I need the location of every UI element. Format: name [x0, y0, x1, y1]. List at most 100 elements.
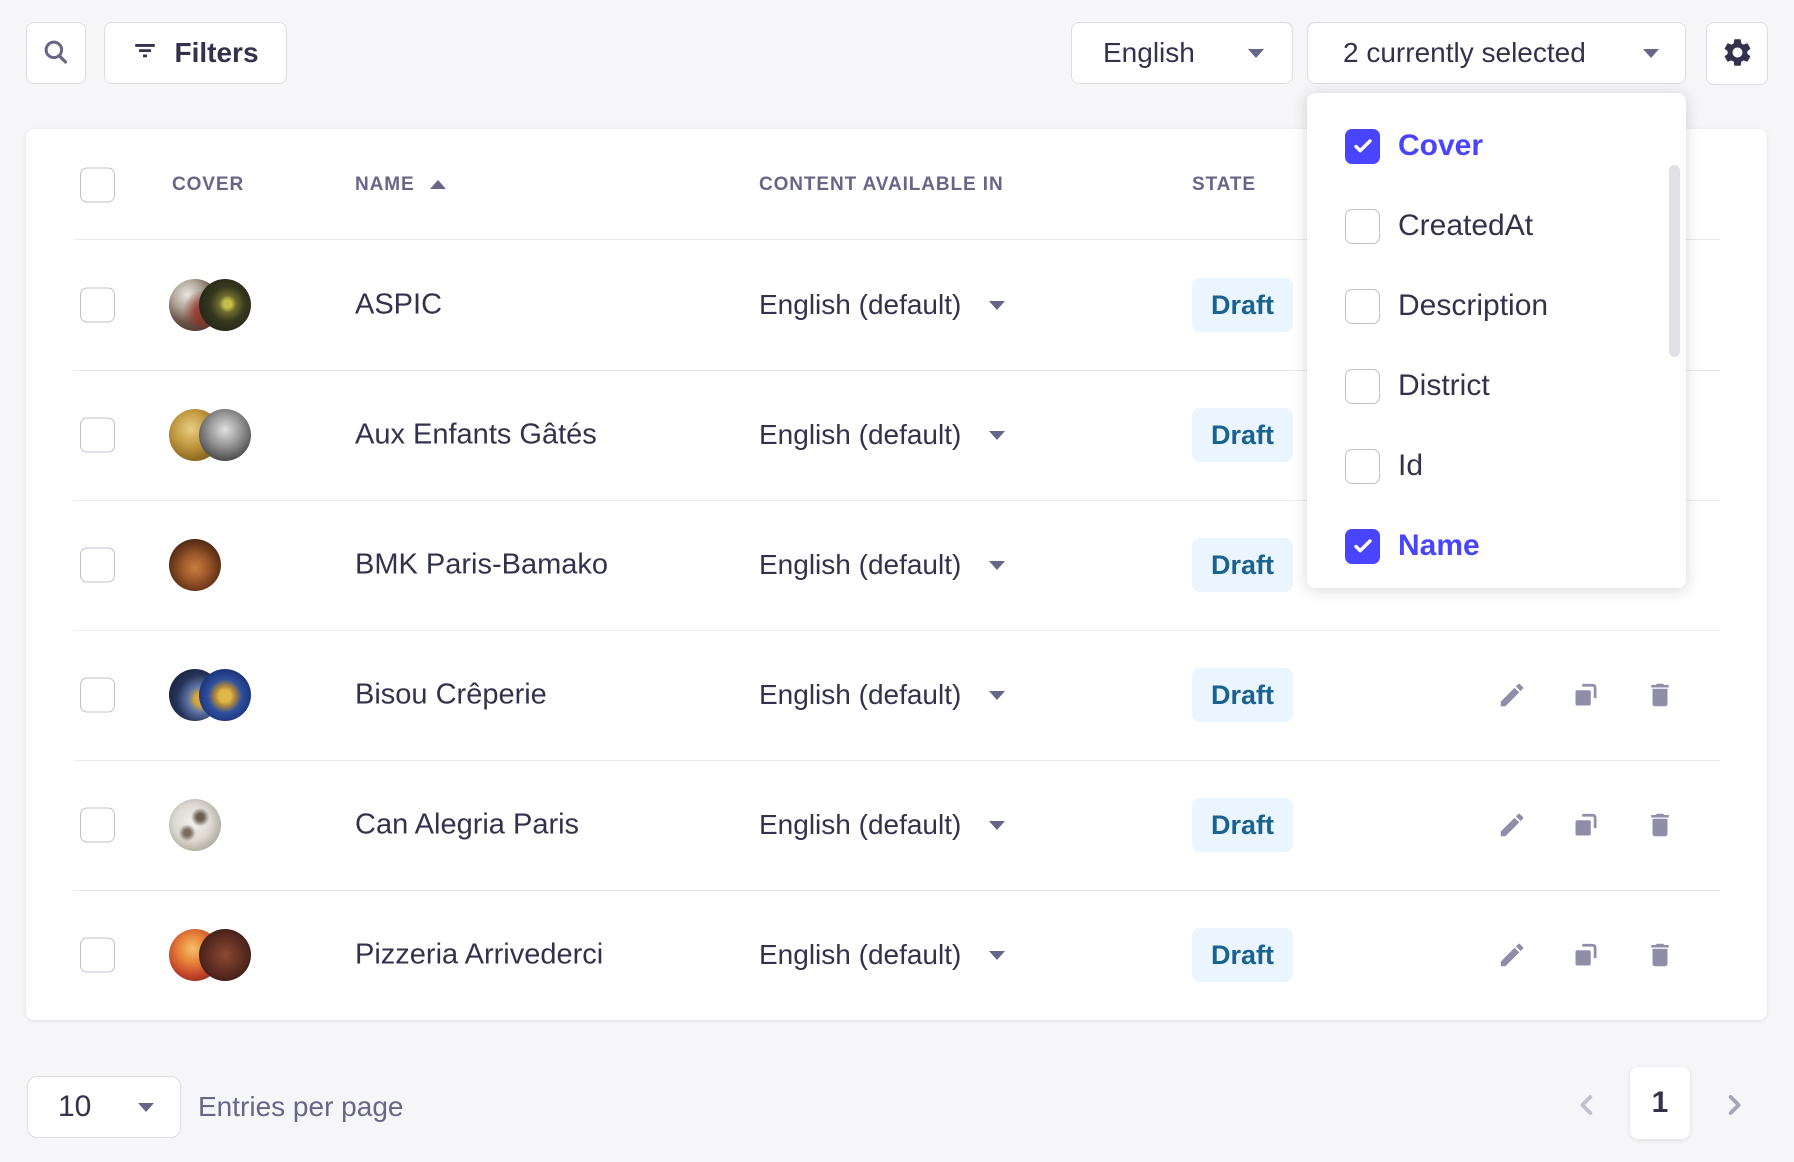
row-locale-select[interactable]: English (default): [759, 419, 1005, 451]
chevron-down-icon: [989, 951, 1005, 960]
page-1-button[interactable]: 1: [1630, 1067, 1690, 1139]
edit-button[interactable]: [1497, 680, 1527, 710]
locale-select[interactable]: English: [1071, 22, 1293, 84]
row-name: Can Alegria Paris: [355, 809, 579, 842]
column-checkbox[interactable]: [1345, 209, 1380, 244]
delete-button[interactable]: [1645, 810, 1675, 840]
duplicate-button[interactable]: [1571, 680, 1601, 710]
column-label: Id: [1398, 449, 1423, 483]
chevron-down-icon: [1248, 49, 1264, 58]
trash-icon: [1645, 680, 1675, 710]
row-checkbox[interactable]: [80, 678, 115, 713]
columns-select-value: 2 currently selected: [1343, 37, 1586, 69]
row-checkbox[interactable]: [80, 418, 115, 453]
delete-button[interactable]: [1645, 940, 1675, 970]
search-button[interactable]: [26, 22, 86, 84]
filters-button-label: Filters: [174, 37, 258, 69]
column-toggle-item[interactable]: Name: [1307, 506, 1686, 586]
edit-button[interactable]: [1497, 810, 1527, 840]
row-locale-value: English (default): [759, 809, 961, 841]
column-toggle-item[interactable]: CreatedAt: [1307, 186, 1686, 266]
column-header-state: STATE: [1192, 129, 1256, 240]
column-label: District: [1398, 369, 1490, 403]
table-row: Pizzeria Arrivederci English (default) D…: [26, 890, 1767, 1020]
column-checkbox[interactable]: [1345, 529, 1380, 564]
chevron-down-icon: [989, 301, 1005, 310]
duplicate-button[interactable]: [1571, 810, 1601, 840]
search-icon: [41, 37, 71, 70]
row-locale-value: English (default): [759, 549, 961, 581]
locale-select-value: English: [1103, 37, 1195, 69]
cover-avatars: [169, 409, 251, 461]
entries-per-page-label: Entries per page: [198, 1076, 403, 1138]
column-checkbox[interactable]: [1345, 129, 1380, 164]
row-actions: [1497, 810, 1675, 840]
cover-avatars: [169, 929, 251, 981]
edit-icon: [1497, 680, 1527, 710]
chevron-down-icon: [989, 821, 1005, 830]
chevron-down-icon: [989, 431, 1005, 440]
column-toggle-item[interactable]: Id: [1307, 426, 1686, 506]
chevron-left-icon: [1571, 1089, 1603, 1121]
select-all-checkbox[interactable]: [80, 167, 115, 202]
filters-button[interactable]: Filters: [104, 22, 287, 84]
columns-dropdown-panel: Cover CreatedAt Description District Id …: [1307, 93, 1686, 588]
row-checkbox[interactable]: [80, 808, 115, 843]
columns-dropdown-items: Cover CreatedAt Description District Id …: [1307, 106, 1686, 586]
status-badge: Draft: [1192, 798, 1293, 852]
entries-per-page-value: 10: [58, 1090, 91, 1124]
edit-icon: [1497, 940, 1527, 970]
next-page-button[interactable]: [1718, 1089, 1750, 1121]
row-locale-select[interactable]: English (default): [759, 939, 1005, 971]
duplicate-button[interactable]: [1571, 940, 1601, 970]
row-checkbox[interactable]: [80, 548, 115, 583]
column-checkbox[interactable]: [1345, 449, 1380, 484]
chevron-down-icon: [138, 1103, 154, 1112]
chevron-right-icon: [1718, 1089, 1750, 1121]
column-header-name[interactable]: NAME: [355, 129, 446, 240]
row-checkbox[interactable]: [80, 288, 115, 323]
entries-per-page-select[interactable]: 10: [27, 1076, 181, 1138]
row-name: BMK Paris-Bamako: [355, 549, 608, 582]
delete-button[interactable]: [1645, 680, 1675, 710]
column-toggle-item[interactable]: District: [1307, 346, 1686, 426]
cover-image: [169, 799, 221, 851]
column-checkbox[interactable]: [1345, 289, 1380, 324]
row-locale-select[interactable]: English (default): [759, 289, 1005, 321]
row-name: Bisou Crêperie: [355, 679, 547, 712]
column-label: Cover: [1398, 129, 1483, 163]
edit-button[interactable]: [1497, 940, 1527, 970]
row-name: Pizzeria Arrivederci: [355, 939, 603, 972]
row-actions: [1497, 940, 1675, 970]
previous-page-button[interactable]: [1571, 1089, 1603, 1121]
table-row: Can Alegria Paris English (default) Draf…: [26, 760, 1767, 890]
duplicate-icon: [1571, 810, 1601, 840]
row-locale-value: English (default): [759, 939, 961, 971]
dropdown-scrollbar[interactable]: [1669, 165, 1680, 357]
settings-button[interactable]: [1706, 22, 1768, 85]
chevron-down-icon: [989, 691, 1005, 700]
row-name: Aux Enfants Gâtés: [355, 419, 597, 452]
trash-icon: [1645, 810, 1675, 840]
cover-image: [199, 279, 251, 331]
trash-icon: [1645, 940, 1675, 970]
cover-avatars: [169, 279, 251, 331]
filter-icon: [132, 37, 158, 70]
table-row: Bisou Crêperie English (default) Draft: [26, 630, 1767, 760]
row-locale-select[interactable]: English (default): [759, 549, 1005, 581]
duplicate-icon: [1571, 680, 1601, 710]
column-toggle-item[interactable]: Description: [1307, 266, 1686, 346]
cover-image: [199, 929, 251, 981]
checkmark-icon: [1351, 534, 1375, 558]
column-toggle-item[interactable]: Cover: [1307, 106, 1686, 186]
edit-icon: [1497, 810, 1527, 840]
columns-select[interactable]: 2 currently selected: [1307, 22, 1686, 84]
row-locale-select[interactable]: English (default): [759, 679, 1005, 711]
column-header-content-available-in: CONTENT AVAILABLE IN: [759, 129, 1004, 240]
sort-ascending-icon: [430, 180, 446, 189]
row-locale-select[interactable]: English (default): [759, 809, 1005, 841]
column-header-cover: COVER: [172, 129, 244, 240]
row-checkbox[interactable]: [80, 938, 115, 973]
status-badge: Draft: [1192, 538, 1293, 592]
column-checkbox[interactable]: [1345, 369, 1380, 404]
